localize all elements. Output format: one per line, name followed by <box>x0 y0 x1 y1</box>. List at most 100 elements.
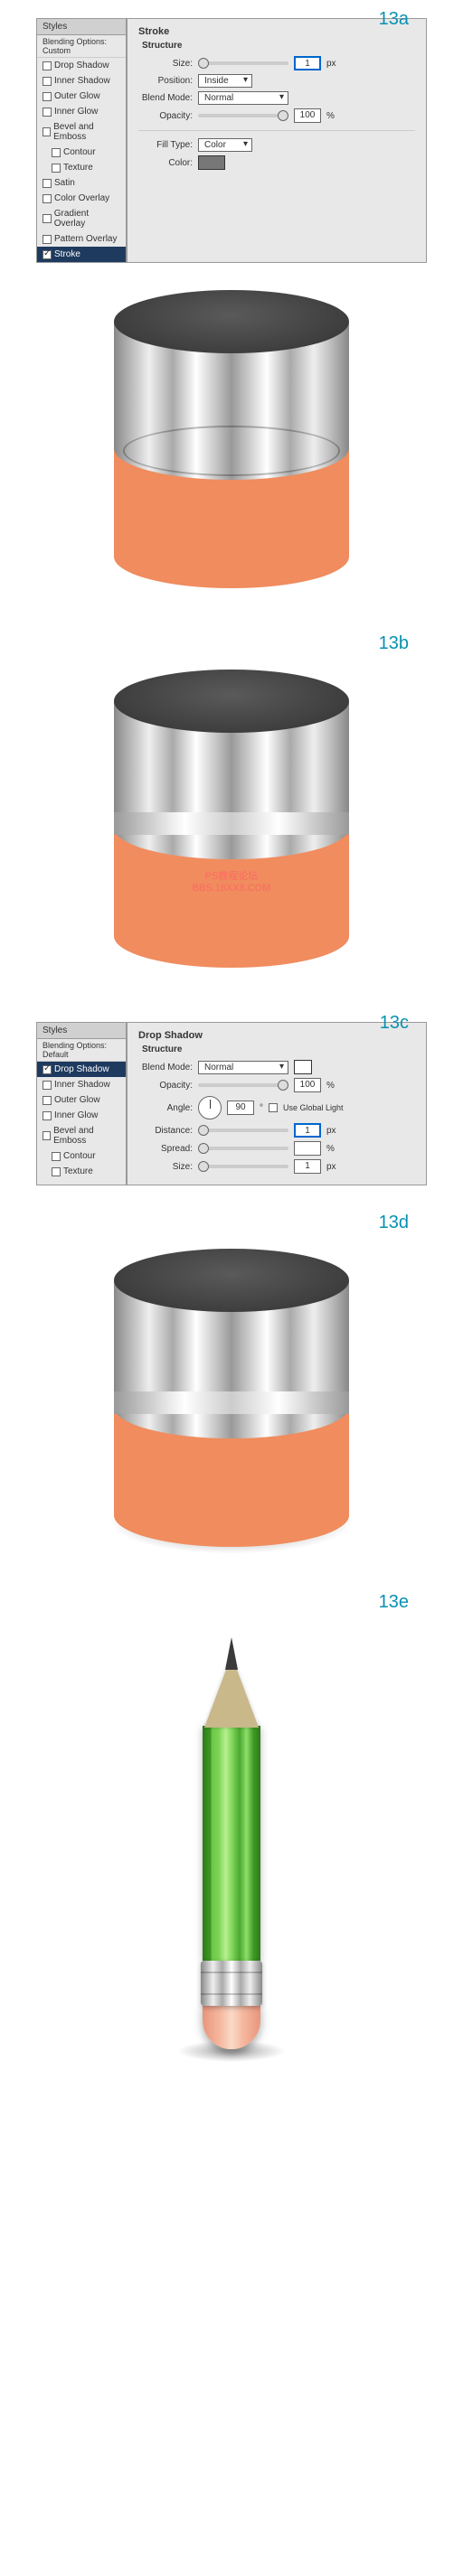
spread-slider[interactable] <box>198 1147 288 1150</box>
ds-size-input[interactable]: 1 <box>294 1159 321 1174</box>
style-label: Contour <box>63 147 96 157</box>
blending-options-label[interactable]: Blending Options: Custom <box>37 35 126 58</box>
style-label: Color Overlay <box>54 193 109 203</box>
style-label: Texture <box>63 1166 93 1176</box>
style-item[interactable]: Bevel and Emboss <box>37 1123 126 1148</box>
style-label: Inner Glow <box>54 107 98 117</box>
style-checkbox[interactable] <box>43 61 52 70</box>
style-checkbox[interactable] <box>52 148 61 157</box>
style-checkbox[interactable] <box>43 179 52 188</box>
pencil-illustration <box>141 1637 322 2071</box>
style-checkbox[interactable] <box>43 1081 52 1090</box>
watermark: PS教程论坛BBS.16XX8.COM <box>193 868 271 894</box>
dropshadow-title: Drop Shadow <box>138 1030 415 1041</box>
color-swatch[interactable] <box>198 155 225 170</box>
style-label: Inner Shadow <box>54 1080 110 1090</box>
style-label: Bevel and Emboss <box>53 122 120 142</box>
size-label: Size: <box>138 59 193 69</box>
style-item[interactable]: Inner Glow <box>37 104 126 119</box>
cylinder-illustration-13a <box>96 290 367 579</box>
styles-header: Styles <box>37 1023 126 1039</box>
color-label: Color: <box>138 158 193 168</box>
style-item[interactable]: Outer Glow <box>37 1092 126 1108</box>
opacity-unit: % <box>326 111 335 121</box>
spread-input[interactable] <box>294 1141 321 1156</box>
style-item[interactable]: Outer Glow <box>37 89 126 104</box>
style-label: Satin <box>54 178 75 188</box>
blend-select[interactable]: Normal <box>198 91 288 105</box>
opacity-unit: % <box>326 1081 335 1091</box>
position-select[interactable]: Inside <box>198 74 252 88</box>
style-label: Inner Shadow <box>54 76 110 86</box>
style-item[interactable]: Pattern Overlay <box>37 231 126 247</box>
style-item[interactable]: Contour <box>37 1148 126 1164</box>
style-label: Stroke <box>54 249 80 259</box>
style-item[interactable]: Bevel and Emboss <box>37 119 126 145</box>
opacity-label: Opacity: <box>138 1081 193 1091</box>
style-label: Gradient Overlay <box>54 209 120 229</box>
angle-unit: ° <box>260 1103 263 1113</box>
style-checkbox[interactable] <box>43 194 52 203</box>
style-checkbox[interactable] <box>43 77 52 86</box>
shadow-color-swatch[interactable] <box>294 1060 312 1074</box>
blending-options-label[interactable]: Blending Options: Default <box>37 1039 126 1062</box>
style-item[interactable]: Gradient Overlay <box>37 206 126 231</box>
style-checkbox[interactable] <box>43 1111 52 1120</box>
style-checkbox[interactable] <box>52 1167 61 1176</box>
stroke-title: Stroke <box>138 26 415 37</box>
style-checkbox[interactable] <box>52 164 61 173</box>
style-checkbox[interactable] <box>43 108 52 117</box>
checkbox-stroke[interactable] <box>43 250 52 259</box>
ds-size-label: Size: <box>138 1162 193 1172</box>
style-item-stroke[interactable]: Stroke <box>37 247 126 262</box>
ds-size-slider[interactable] <box>198 1165 288 1168</box>
structure-subtitle: Structure <box>138 1044 415 1054</box>
cylinder-illustration-13b: PS教程论坛BBS.16XX8.COM <box>96 670 367 959</box>
filltype-select[interactable]: Color <box>198 138 252 152</box>
style-item[interactable]: Contour <box>37 145 126 160</box>
style-item[interactable]: Satin <box>37 175 126 191</box>
step-label-13d: 13d <box>379 1213 409 1233</box>
filltype-label: Fill Type: <box>138 140 193 150</box>
style-checkbox[interactable] <box>43 214 52 223</box>
step-label-13e: 13e <box>379 1592 409 1613</box>
checkbox-drop-shadow[interactable] <box>43 1065 52 1074</box>
style-label: Outer Glow <box>54 1095 100 1105</box>
step-label-13c: 13c <box>380 1013 409 1034</box>
style-item[interactable]: Inner Glow <box>37 1108 126 1123</box>
angle-dial[interactable] <box>198 1096 222 1119</box>
blend-select[interactable]: Normal <box>198 1061 288 1074</box>
cylinder-illustration-13d <box>96 1249 367 1538</box>
style-label: Contour <box>63 1151 96 1161</box>
style-checkbox[interactable] <box>43 1096 52 1105</box>
angle-label: Angle: <box>138 1103 193 1113</box>
style-checkbox[interactable] <box>43 235 52 244</box>
style-item-drop-shadow[interactable]: Drop Shadow <box>37 1062 126 1077</box>
size-input[interactable]: 1 <box>294 56 321 70</box>
opacity-slider[interactable] <box>198 114 288 117</box>
drop-shadow-settings-panel: Drop Shadow Structure Blend Mode: Normal… <box>127 1022 427 1185</box>
opacity-input[interactable]: 100 <box>294 108 321 123</box>
angle-input[interactable]: 90 <box>227 1101 254 1115</box>
style-checkbox[interactable] <box>43 127 51 136</box>
opacity-input[interactable]: 100 <box>294 1078 321 1092</box>
style-checkbox[interactable] <box>52 1152 61 1161</box>
ds-size-unit: px <box>326 1162 336 1172</box>
size-slider[interactable] <box>198 61 288 65</box>
style-item[interactable]: Drop Shadow <box>37 58 126 73</box>
style-item[interactable]: Inner Shadow <box>37 73 126 89</box>
style-item[interactable]: Color Overlay <box>37 191 126 206</box>
style-label: Bevel and Emboss <box>53 1126 120 1146</box>
global-light-checkbox[interactable] <box>269 1103 278 1112</box>
opacity-slider[interactable] <box>198 1083 288 1087</box>
style-checkbox[interactable] <box>43 1131 51 1140</box>
distance-slider[interactable] <box>198 1129 288 1132</box>
style-item[interactable]: Texture <box>37 160 126 175</box>
style-label: Drop Shadow <box>54 1064 109 1074</box>
style-item[interactable]: Inner Shadow <box>37 1077 126 1092</box>
style-item[interactable]: Texture <box>37 1164 126 1179</box>
spread-unit: % <box>326 1144 335 1154</box>
structure-subtitle: Structure <box>138 41 415 51</box>
distance-input[interactable]: 1 <box>294 1123 321 1138</box>
style-checkbox[interactable] <box>43 92 52 101</box>
